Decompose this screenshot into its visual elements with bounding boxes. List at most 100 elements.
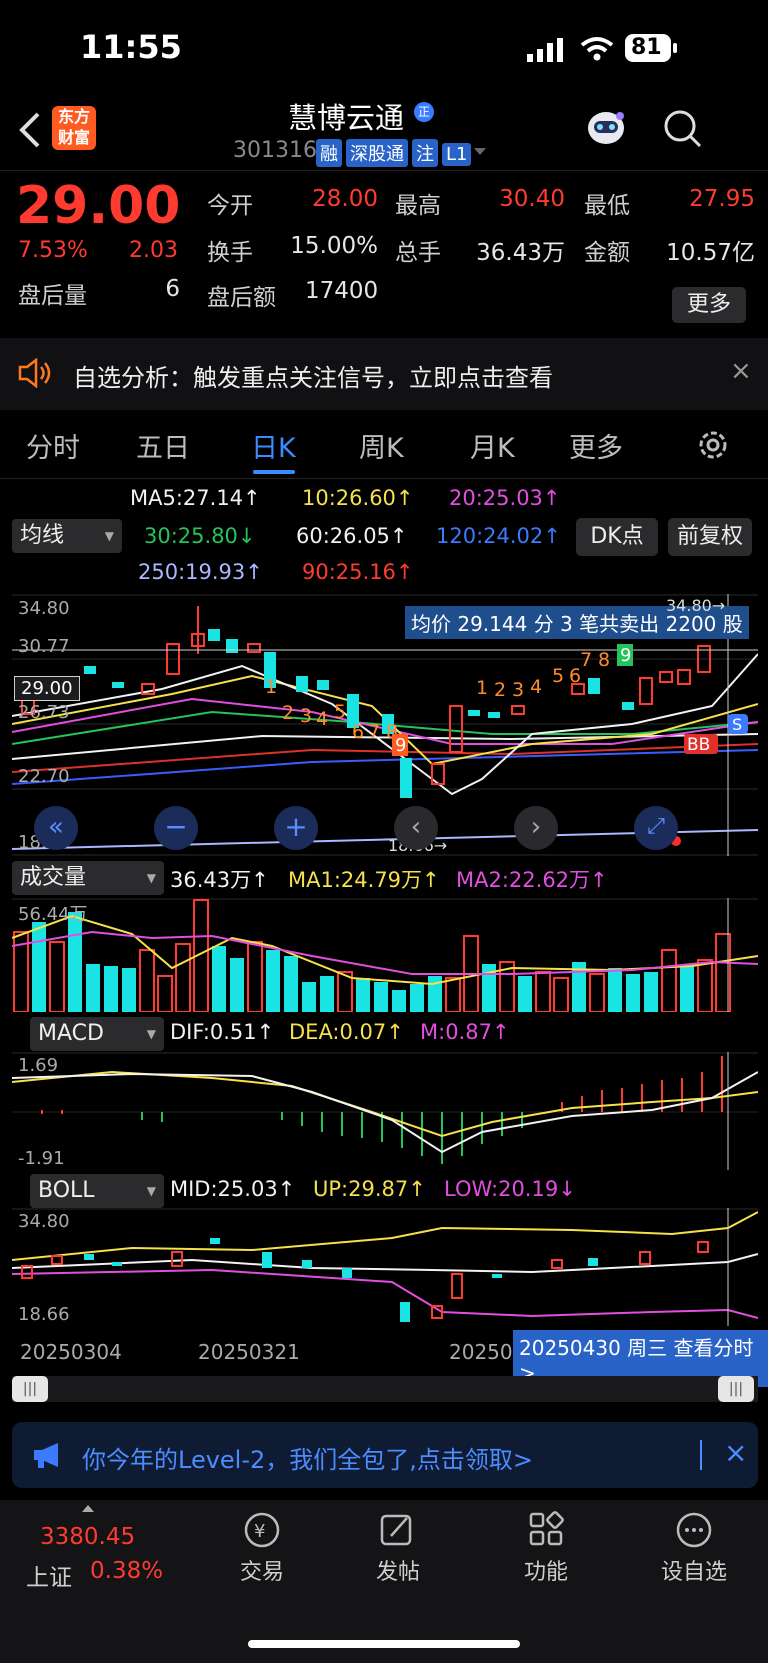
back-icon[interactable] — [18, 110, 42, 150]
zoom-out-button[interactable]: − — [154, 806, 198, 850]
dropdown-caret-icon: ▼ — [146, 871, 156, 885]
kline-y-4: 22.70 — [18, 766, 70, 787]
ma20-label: 20:25.03↑ — [449, 486, 561, 510]
boll-top-label: 34.80 — [18, 1211, 70, 1232]
index-name: 上证 — [26, 1565, 72, 1591]
crosshair-price: 29.00 — [14, 676, 80, 701]
volume-dropdown[interactable]: 成交量 ▼ — [12, 861, 164, 895]
level2-banner[interactable]: 你今年的Level-2，我们全包了,点击领取> × — [12, 1422, 758, 1488]
home-indicator — [248, 1640, 520, 1648]
date-label: 20250304 — [20, 1340, 122, 1364]
zoom-in-button[interactable]: + — [274, 806, 318, 850]
search-icon[interactable] — [662, 108, 704, 150]
add-watchlist-button[interactable]: 设自选 — [654, 1510, 734, 1586]
fullscreen-button[interactable]: ⤢ — [634, 806, 678, 850]
signal-number: 3 — [512, 679, 524, 701]
stock-code: 301316 — [233, 138, 317, 163]
tag: 注 — [412, 139, 438, 167]
volume-label: 总手 — [395, 240, 441, 266]
volume-top-label: 56.44万 — [18, 904, 88, 925]
range-handle-right[interactable]: ||| — [718, 1376, 754, 1402]
macd-bottom-label: -1.91 — [18, 1148, 65, 1169]
tab-fenshi[interactable]: 分时 — [26, 426, 80, 465]
battery-level: 81 — [631, 35, 662, 60]
robot-assistant-icon[interactable] — [584, 108, 628, 148]
range-track — [12, 1376, 758, 1402]
signal-number: 6 — [352, 721, 364, 743]
macd-top-label: 1.69 — [18, 1055, 59, 1076]
macd-dropdown[interactable]: MACD ▼ — [30, 1017, 164, 1051]
tab-week-k[interactable]: 周K — [359, 426, 404, 465]
macd-chart — [12, 1052, 758, 1170]
amount-value: 10.57亿 — [666, 240, 755, 266]
tab-wuri[interactable]: 五日 — [136, 426, 190, 465]
amount-label: 金额 — [584, 240, 630, 266]
post-button[interactable]: 发帖 — [358, 1510, 438, 1586]
ma-dropdown[interactable]: 均线 ▼ — [12, 519, 122, 553]
edit-icon — [377, 1510, 419, 1550]
index-value[interactable]: 3380.45 — [40, 1524, 135, 1550]
macd-dif: DIF:0.51↑ — [170, 1020, 275, 1044]
signal-number: 4 — [316, 708, 328, 730]
index-up-arrow-icon — [82, 1505, 94, 1512]
volume-ma2: MA2:22.62万↑ — [456, 868, 608, 892]
trade-button[interactable]: ¥ 交易 — [222, 1510, 302, 1586]
signal-number: 7 — [368, 721, 380, 743]
settings-gear-icon[interactable] — [696, 428, 730, 462]
after-volume-label: 盘后量 — [18, 283, 87, 309]
date-label: 20250321 — [198, 1340, 300, 1364]
boll-up: UP:29.87↑ — [313, 1177, 426, 1201]
low-value: 27.95 — [689, 186, 755, 212]
boll-dropdown[interactable]: BOLL ▼ — [30, 1174, 164, 1208]
change-pct: 7.53% — [18, 238, 88, 263]
function-button[interactable]: 功能 — [506, 1510, 586, 1586]
signal-number: 1 — [476, 677, 488, 699]
close-icon[interactable]: × — [724, 1436, 747, 1469]
high-label: 最高 — [395, 193, 441, 219]
alert-bar[interactable]: 自选分析：触发重点关注信号，立即点击查看 × — [0, 338, 768, 410]
boll-bottom-label: 18.66 — [18, 1304, 70, 1325]
ma60-label: 60:26.05↑ — [296, 524, 408, 548]
stock-name: 慧博云通 — [288, 101, 405, 135]
status-time: 11:55 — [80, 28, 182, 66]
signal-number: 5 — [552, 665, 564, 687]
more-dots-icon — [673, 1510, 715, 1550]
more-caret-icon — [636, 450, 644, 458]
prev-button[interactable]: ‹ — [394, 806, 438, 850]
alert-text: 自选分析：触发重点关注信号，立即点击查看 — [73, 364, 553, 392]
scroll-left-button[interactable]: « — [34, 806, 78, 850]
signal-number: 8 — [598, 649, 610, 671]
dropdown-caret-icon: ▼ — [146, 1027, 156, 1041]
tag: 深股通 — [346, 139, 408, 167]
boll-mid: MID:25.03↑ — [170, 1177, 296, 1201]
tab-day-k[interactable]: 日K — [251, 426, 296, 465]
wifi-icon — [580, 36, 614, 62]
range-handle-left[interactable]: ||| — [12, 1376, 48, 1402]
speaker-icon — [18, 358, 52, 388]
caret-down-icon[interactable] — [474, 148, 486, 155]
boll-low: LOW:20.19↓ — [444, 1177, 576, 1201]
ma120-label: 120:24.02↑ — [436, 524, 561, 548]
tab-month-k[interactable]: 月K — [470, 426, 515, 465]
boll-chart — [12, 1208, 758, 1326]
tab-more[interactable]: 更多 — [569, 426, 623, 465]
ma90-label: 90:25.16↑ — [302, 560, 414, 584]
adjust-button[interactable]: 前复权 — [668, 518, 752, 556]
signal-9-sell: 9 — [395, 735, 406, 756]
signal-number: 5 — [334, 701, 346, 723]
dk-point-button[interactable]: DK点 — [576, 518, 658, 556]
tab-indicator — [253, 470, 295, 474]
tag: 融 — [316, 139, 342, 167]
yuan-cycle-icon: ¥ — [241, 1510, 283, 1550]
period-tabs: 分时 五日 日K 周K 月K 更多 — [0, 426, 768, 476]
signal-number: 4 — [530, 676, 542, 698]
kline-y-top: 34.80 — [18, 598, 70, 619]
grid-apps-icon — [525, 1510, 567, 1550]
next-button[interactable]: › — [514, 806, 558, 850]
turnover-label: 换手 — [207, 240, 253, 266]
brand-logo[interactable]: 东方 财富 — [52, 106, 96, 150]
close-icon[interactable]: × — [730, 356, 752, 386]
high-value: 30.40 — [499, 186, 565, 212]
more-button[interactable]: 更多 — [672, 287, 746, 323]
megaphone-icon — [32, 1442, 66, 1468]
